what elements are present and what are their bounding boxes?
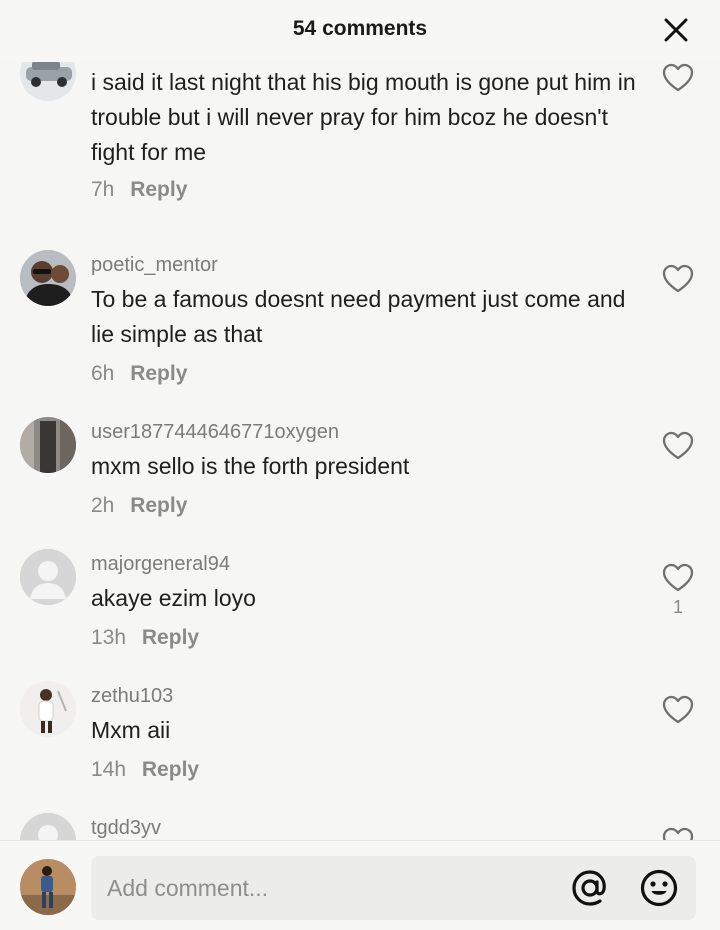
comment-meta: 13h Reply: [91, 626, 199, 650]
comment-text: i said it last night that his big mouth …: [91, 69, 636, 165]
heart-icon[interactable]: [662, 264, 694, 294]
comment-meta: 2h Reply: [91, 494, 187, 518]
avatar[interactable]: [20, 549, 76, 605]
comment-time: 14h: [91, 758, 127, 781]
comment-username[interactable]: tgdd3yv: [91, 817, 161, 840]
comment-username[interactable]: majorgeneral94: [91, 553, 230, 576]
emoji-icon[interactable]: [639, 868, 679, 908]
comment-text: mxm sello is the forth president: [91, 453, 410, 479]
comment-list[interactable]: bonethugs27 i said it last night that hi…: [0, 62, 720, 840]
reply-button[interactable]: Reply: [142, 758, 199, 781]
avatar[interactable]: [20, 681, 76, 737]
heart-icon[interactable]: [662, 563, 694, 593]
comment-meta: 7h Reply: [91, 178, 187, 202]
comment-text: Mxm aii: [91, 717, 171, 743]
avatar[interactable]: [20, 813, 76, 840]
comment-item: bonethugs27 i said it last night that hi…: [0, 62, 720, 225]
close-icon[interactable]: [662, 16, 690, 44]
comment-meta: 14h Reply: [91, 758, 199, 782]
avatar[interactable]: [20, 62, 76, 101]
reply-button[interactable]: Reply: [130, 362, 187, 385]
at-icon[interactable]: [570, 868, 610, 908]
comment-item: tgdd3yv: [0, 813, 720, 840]
comment-username[interactable]: poetic_mentor: [91, 254, 218, 277]
comment-item: poetic_mentor To be a famous doesnt need…: [0, 250, 720, 400]
reply-button[interactable]: Reply: [130, 178, 187, 201]
comment-meta: 6h Reply: [91, 362, 187, 386]
comment-item: user1877444646771oxygen mxm sello is the…: [0, 417, 720, 537]
comment-input[interactable]: [107, 856, 547, 920]
heart-icon[interactable]: [662, 827, 694, 840]
comment-username[interactable]: zethu103: [91, 685, 173, 708]
comments-header: 54 comments: [0, 0, 720, 62]
heart-icon[interactable]: [662, 695, 694, 725]
heart-icon[interactable]: [662, 431, 694, 461]
comment-text: To be a famous doesnt need payment just …: [91, 286, 626, 347]
reply-button[interactable]: Reply: [142, 626, 199, 649]
comment-time: 7h: [91, 178, 115, 201]
comment-composer: [0, 840, 720, 930]
comment-text: akaye ezim loyo: [91, 585, 256, 611]
avatar[interactable]: [20, 250, 76, 306]
comment-time: 13h: [91, 626, 127, 649]
comment-time: 2h: [91, 494, 115, 517]
reply-button[interactable]: Reply: [130, 494, 187, 517]
comment-item: zethu103 Mxm aii 14h Reply: [0, 681, 720, 801]
comment-time: 6h: [91, 362, 115, 385]
avatar[interactable]: [20, 417, 76, 473]
my-avatar[interactable]: [20, 859, 76, 915]
comment-item: majorgeneral94 akaye ezim loyo 13h Reply…: [0, 549, 720, 669]
like-count: 1: [672, 597, 683, 617]
comment-input-box: [91, 856, 696, 920]
comment-username[interactable]: user1877444646771oxygen: [91, 421, 339, 444]
comments-count-title: 54 comments: [292, 17, 428, 40]
heart-icon[interactable]: [662, 63, 694, 93]
